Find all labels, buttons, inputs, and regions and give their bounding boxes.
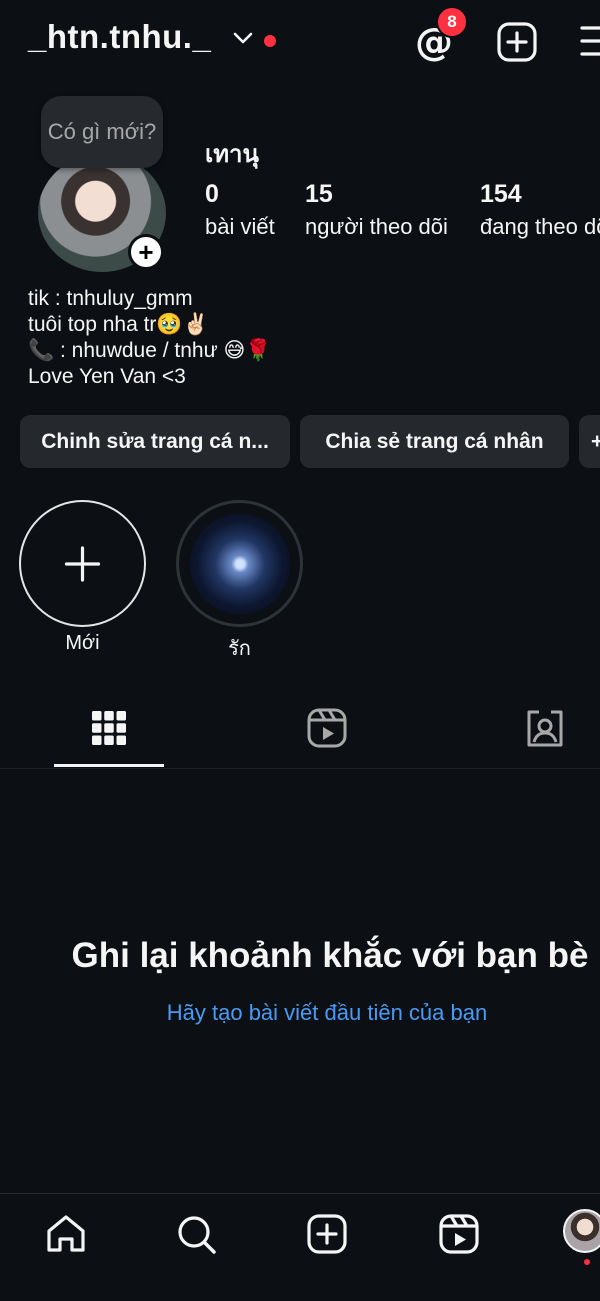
edit-profile-button[interactable]: Chinh sửa trang cá n... bbox=[20, 415, 290, 468]
bio-line: tik : tnhuluy_gmm bbox=[28, 287, 193, 310]
profile-tab-avatar[interactable] bbox=[563, 1209, 600, 1253]
plus-square-icon[interactable] bbox=[496, 21, 538, 63]
grid-icon[interactable] bbox=[91, 710, 127, 746]
highlight-label: รัก bbox=[228, 636, 251, 660]
posts-label: bài viết bbox=[205, 214, 275, 239]
profile-full-name: เทานุ bbox=[205, 140, 259, 168]
new-highlight-button[interactable] bbox=[19, 500, 146, 627]
home-icon[interactable] bbox=[45, 1213, 87, 1255]
menu-icon[interactable] bbox=[578, 24, 600, 60]
tab-divider bbox=[0, 768, 600, 769]
discover-people-button[interactable]: + bbox=[579, 415, 600, 468]
active-tab-indicator bbox=[54, 764, 164, 767]
note-bubble[interactable]: Có gì mới? bbox=[41, 96, 163, 168]
following-count[interactable]: 154 bbox=[480, 180, 522, 209]
following-label[interactable]: đang theo dõi bbox=[480, 214, 600, 240]
followers-count[interactable]: 15 bbox=[305, 180, 333, 209]
bottom-nav-divider bbox=[0, 1193, 600, 1194]
empty-state-title: Ghi lại khoảnh khắc với bạn bè bbox=[71, 936, 589, 975]
bio-line: tuôi top nha tr🥹✌🏻 bbox=[28, 313, 209, 336]
reels-icon[interactable] bbox=[438, 1213, 480, 1255]
bio-line: Love Yen Van <3 bbox=[28, 365, 186, 388]
profile-notification-dot bbox=[584, 1259, 590, 1265]
threads-badge: 8 bbox=[436, 6, 468, 38]
chevron-down-icon[interactable] bbox=[232, 30, 254, 46]
highlight-cover-flower bbox=[189, 513, 290, 614]
create-icon[interactable] bbox=[306, 1213, 348, 1255]
plus-icon bbox=[64, 546, 101, 582]
tagged-icon[interactable] bbox=[525, 708, 565, 748]
username-title[interactable]: _htn.tnhu._ bbox=[28, 18, 211, 56]
share-profile-button[interactable]: Chia sẻ trang cá nhân bbox=[300, 415, 569, 468]
add-story-plus-icon[interactable]: + bbox=[128, 234, 164, 270]
account-notification-dot bbox=[264, 35, 276, 47]
followers-label[interactable]: người theo dõi bbox=[305, 214, 448, 240]
highlight-label: Mới bbox=[65, 632, 100, 654]
posts-count: 0 bbox=[205, 180, 219, 208]
reels-icon[interactable] bbox=[307, 708, 347, 748]
create-first-post-link[interactable]: Hãy tạo bài viết đầu tiên của bạn bbox=[0, 1000, 600, 1026]
bio-line: 📞 : nhuwdue / tnhư 😅🌹 bbox=[28, 339, 272, 362]
highlight-item[interactable] bbox=[176, 500, 303, 627]
profile-bio: tik : tnhuluy_gmm tuôi top nha tr🥹✌🏻 📞 :… bbox=[28, 286, 272, 390]
search-icon[interactable] bbox=[176, 1214, 218, 1256]
